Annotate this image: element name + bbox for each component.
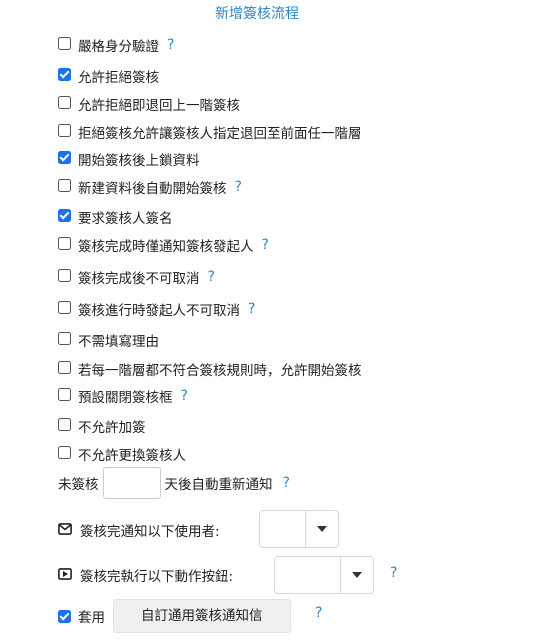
reminder-suffix: 天後自動重新通知 bbox=[164, 477, 273, 493]
option-checkbox[interactable] bbox=[58, 331, 71, 345]
envelope-icon bbox=[58, 523, 72, 535]
option-checkbox[interactable] bbox=[58, 300, 71, 314]
option-row[interactable]: 嚴格身分驗證? bbox=[58, 35, 174, 55]
option-row[interactable]: 若每一階層都不符合簽核規則時，允許開始簽核 bbox=[58, 359, 362, 379]
play-box-icon bbox=[58, 568, 72, 580]
option-label: 允許拒絕簽核 bbox=[78, 70, 159, 86]
option-row[interactable]: 新建資料後自動開始簽核? bbox=[58, 177, 242, 197]
run-button-value bbox=[275, 557, 340, 593]
option-row[interactable]: 要求簽核人簽名 bbox=[58, 207, 173, 227]
option-row[interactable]: 拒絕簽核允許讓簽核人指定退回至前面任一階層 bbox=[58, 122, 362, 142]
option-label: 開始簽核後上鎖資料 bbox=[78, 153, 200, 169]
run-button-help-icon[interactable]: ? bbox=[390, 565, 397, 581]
notify-users-label: 簽核完通知以下使用者: bbox=[80, 524, 220, 540]
option-row[interactable]: 允許拒絕簽核 bbox=[58, 66, 159, 86]
option-row[interactable]: 開始簽核後上鎖資料 bbox=[58, 149, 200, 169]
help-icon[interactable]: ? bbox=[248, 301, 255, 317]
option-checkbox[interactable] bbox=[58, 268, 71, 282]
option-checkbox[interactable] bbox=[58, 178, 71, 192]
notify-users-value bbox=[260, 511, 305, 547]
option-checkbox[interactable] bbox=[58, 95, 71, 109]
option-label: 不允許加簽 bbox=[78, 420, 146, 436]
option-label: 簽核完成時僅通知簽核發起人 bbox=[78, 239, 254, 255]
run-button-select[interactable] bbox=[274, 556, 374, 594]
help-icon[interactable]: ? bbox=[262, 237, 269, 253]
option-checkbox[interactable] bbox=[58, 387, 71, 401]
option-checkbox[interactable] bbox=[58, 150, 71, 164]
option-checkbox[interactable] bbox=[58, 236, 71, 250]
option-checkbox[interactable] bbox=[58, 360, 71, 374]
option-label: 要求簽核人簽名 bbox=[78, 211, 173, 227]
option-label: 不需填寫理由 bbox=[78, 334, 159, 350]
notify-users-row: 簽核完通知以下使用者: bbox=[58, 520, 220, 540]
help-icon[interactable]: ? bbox=[235, 179, 242, 195]
option-row[interactable]: 預設關閉簽核框? bbox=[58, 386, 188, 406]
option-row[interactable]: 允許拒絕即退回上一階簽核 bbox=[58, 94, 240, 114]
reminder-prefix: 未簽核 bbox=[58, 477, 99, 493]
help-icon[interactable]: ? bbox=[181, 388, 188, 404]
option-label: 允許拒絕即退回上一階簽核 bbox=[78, 98, 240, 114]
custom-notice-label: 套用 bbox=[78, 610, 105, 626]
option-row[interactable]: 不允許加簽 bbox=[58, 416, 146, 436]
notify-users-select[interactable] bbox=[259, 510, 339, 548]
option-row[interactable]: 不允許更換簽核人 bbox=[58, 444, 186, 464]
option-row[interactable]: 簽核完成後不可取消? bbox=[58, 267, 215, 287]
run-button-row: 簽核完執行以下動作按鈕: bbox=[58, 565, 233, 585]
option-checkbox[interactable] bbox=[58, 208, 71, 222]
reminder-help-icon[interactable]: ? bbox=[283, 475, 290, 491]
custom-notice-button[interactable]: 自訂通用簽核通知信 bbox=[113, 599, 291, 633]
option-checkbox[interactable] bbox=[58, 36, 71, 50]
option-row[interactable]: 不需填寫理由 bbox=[58, 330, 159, 350]
reminder-days-input[interactable] bbox=[102, 467, 161, 499]
help-icon[interactable]: ? bbox=[208, 269, 215, 285]
option-checkbox[interactable] bbox=[58, 445, 71, 459]
help-icon[interactable]: ? bbox=[167, 37, 174, 53]
option-label: 拒絕簽核允許讓簽核人指定退回至前面任一階層 bbox=[78, 126, 362, 142]
reminder-row: 未簽核 天後自動重新通知 ? bbox=[58, 467, 290, 499]
option-checkbox[interactable] bbox=[58, 417, 71, 431]
option-label: 簽核進行時發起人不可取消 bbox=[78, 303, 240, 319]
option-label: 新建資料後自動開始簽核 bbox=[78, 181, 227, 197]
custom-notice-row: 套用 自訂通用簽核通知信 bbox=[58, 599, 291, 633]
custom-notice-help-icon[interactable]: ? bbox=[315, 605, 322, 621]
option-label: 不允許更換簽核人 bbox=[78, 448, 186, 464]
option-label: 預設關閉簽核框 bbox=[78, 390, 173, 406]
option-checkbox[interactable] bbox=[58, 67, 71, 81]
option-checkbox[interactable] bbox=[58, 123, 71, 137]
chevron-down-icon[interactable] bbox=[305, 511, 338, 547]
option-row[interactable]: 簽核完成時僅通知簽核發起人? bbox=[58, 235, 269, 255]
option-row[interactable]: 簽核進行時發起人不可取消? bbox=[58, 299, 255, 319]
chevron-down-icon[interactable] bbox=[340, 557, 373, 593]
page-title: 新增簽核流程 bbox=[215, 6, 299, 22]
run-button-label: 簽核完執行以下動作按鈕: bbox=[80, 569, 234, 585]
option-label: 嚴格身分驗證 bbox=[78, 39, 159, 55]
custom-notice-checkbox[interactable] bbox=[58, 609, 71, 623]
option-label: 簽核完成後不可取消 bbox=[78, 271, 200, 287]
option-label: 若每一階層都不符合簽核規則時，允許開始簽核 bbox=[78, 363, 362, 379]
